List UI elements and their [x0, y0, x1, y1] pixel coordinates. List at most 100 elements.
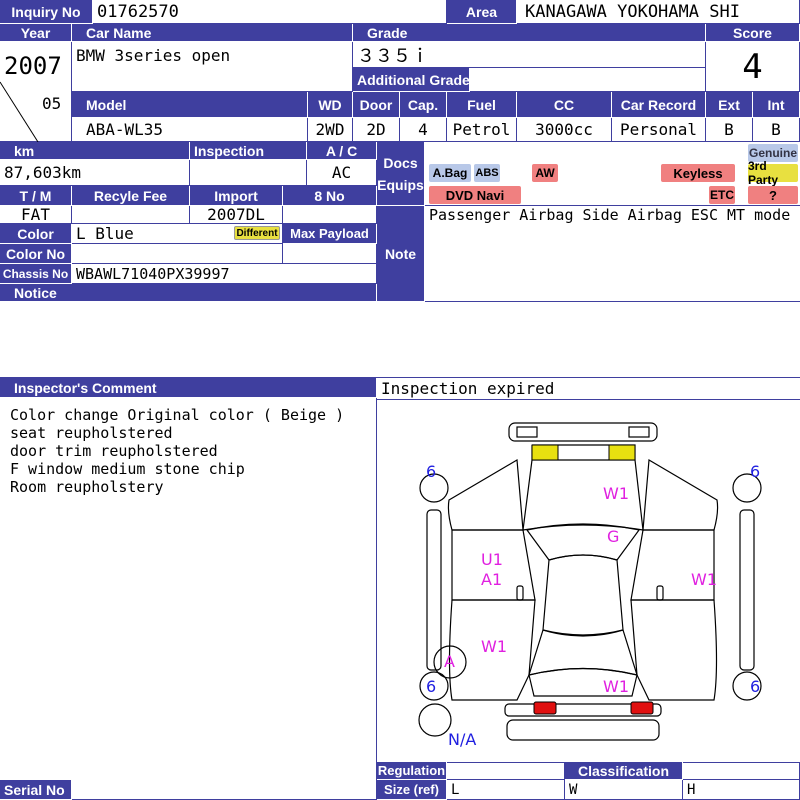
inspector-comment-body: Color change Original color ( Beige ) se… — [0, 398, 377, 780]
area-label: Area — [447, 0, 517, 24]
third-party-badge: 3rd Party — [748, 159, 798, 187]
abs-badge: ABS — [474, 164, 500, 182]
door-label: Door — [353, 92, 400, 118]
wd-value: 2WD — [308, 118, 353, 142]
left-rear-quarter — [448, 599, 536, 701]
left-taillight — [533, 701, 557, 715]
import-value: 2007DL — [190, 206, 283, 224]
note-value: Passenger Airbag Side Airbag ESC MT mode — [425, 206, 800, 302]
dvd-navi-badge: DVD Navi — [429, 186, 521, 204]
door-value: 2D — [353, 118, 400, 142]
km-label: km — [0, 142, 190, 160]
chassis-no-label: Chassis No — [0, 264, 72, 284]
equips-area: Genuine A.Bag ABS AW Keyless 3rd Party D… — [425, 142, 800, 206]
color-value: L Blue — [76, 224, 134, 243]
tire-front-right — [732, 473, 762, 503]
size-h-label: H — [683, 780, 800, 800]
color-label: Color — [0, 224, 72, 244]
recycle-fee-label: Recyle Fee — [72, 186, 190, 206]
left-door-handle — [516, 585, 524, 601]
right-headlight — [608, 444, 636, 461]
inquiry-no-label: Inquiry No — [0, 0, 93, 24]
inquiry-no-value: 01762570 — [93, 0, 447, 24]
right-door-handle — [656, 585, 664, 601]
year-value: 2007 — [4, 52, 62, 80]
area-value: KANAGAWA YOKOHAMA SHI — [517, 0, 800, 24]
serial-no-label: Serial No — [0, 780, 72, 800]
inspection-value — [190, 160, 307, 186]
comment-line: door trim reupholstered — [10, 442, 218, 460]
model-label: Model — [72, 92, 308, 118]
right-sill — [739, 509, 755, 671]
car-record-label: Car Record — [612, 92, 706, 118]
comment-line: seat reupholstered — [10, 424, 173, 442]
car-record-value: Personal — [612, 118, 706, 142]
keyless-badge: Keyless — [661, 164, 735, 182]
ac-label: A / C — [307, 142, 377, 160]
int-label: Int — [753, 92, 800, 118]
month-value: 05 — [42, 94, 62, 113]
inspection-label: Inspection — [190, 142, 307, 160]
trunk — [528, 667, 638, 697]
fuel-value: Petrol — [447, 118, 517, 142]
size-ref-label: Size (ref) — [377, 780, 447, 800]
comment-line: F window medium stone chip — [10, 460, 245, 478]
year-label: Year — [0, 24, 72, 42]
abag-badge: A.Bag — [429, 164, 471, 182]
year-cell: 2007 05 — [0, 42, 72, 142]
equips-label: Equips — [377, 176, 424, 193]
hood — [522, 459, 644, 531]
car-condition-diagram — [418, 422, 762, 741]
import-label: Import — [190, 186, 283, 206]
etc-badge: ETC — [709, 186, 735, 204]
ext-label: Ext — [706, 92, 753, 118]
front-bumper-right — [628, 426, 650, 438]
notice-area — [0, 302, 800, 378]
docs-equips-label: Docs Equips — [377, 142, 425, 206]
cap-value: 4 — [400, 118, 447, 142]
wd-label: WD — [308, 92, 353, 118]
rear-bumper — [506, 719, 660, 741]
cc-label: CC — [517, 92, 612, 118]
left-headlight — [531, 444, 559, 461]
model-value: ABA-WL35 — [72, 118, 308, 142]
tire-rear-right — [732, 671, 762, 701]
car-name-label: Car Name — [72, 24, 353, 42]
color-no-value — [72, 244, 283, 264]
left-sill — [426, 509, 442, 671]
tm-label: T / M — [0, 186, 72, 206]
right-door — [630, 529, 715, 601]
classification-value — [683, 762, 800, 780]
ac-value: AC — [307, 160, 377, 186]
fuel-label: Fuel — [447, 92, 517, 118]
cap-label: Cap. — [400, 92, 447, 118]
cc-value: 3000cc — [517, 118, 612, 142]
classification-label: Classification — [565, 762, 683, 780]
score-value: 4 — [706, 42, 800, 92]
different-badge: Different — [234, 226, 280, 240]
eight-no-label: 8 No — [283, 186, 377, 206]
regulation-value — [447, 762, 565, 780]
int-value: B — [753, 118, 800, 142]
spare-tire — [418, 703, 452, 737]
notice-label: Notice — [0, 284, 377, 302]
eight-no-value — [283, 206, 377, 224]
additional-grade-label: Additional Grade — [353, 68, 470, 92]
aw-badge: AW — [532, 164, 558, 182]
km-value: 87,603km — [0, 160, 190, 186]
comment-line: Room reupholstery — [10, 478, 164, 496]
comment-line: Color change Original color ( Beige ) — [10, 406, 345, 424]
serial-no-value — [72, 780, 377, 800]
grade-label: Grade — [353, 24, 706, 42]
size-l-label: L — [447, 780, 565, 800]
inspection-status: Inspection expired — [377, 378, 800, 400]
front-bumper-left — [516, 426, 538, 438]
front-bumper — [508, 422, 658, 442]
grade-value: ３３５ｉ — [353, 42, 706, 68]
tire-front-left — [419, 473, 449, 503]
left-fender — [447, 459, 524, 531]
color-value-cell: L Blue Different — [72, 224, 283, 244]
docs-label: Docs — [383, 154, 418, 171]
size-w-label: W — [565, 780, 683, 800]
chassis-no-value: WBAWL71040PX39997 — [72, 264, 377, 284]
